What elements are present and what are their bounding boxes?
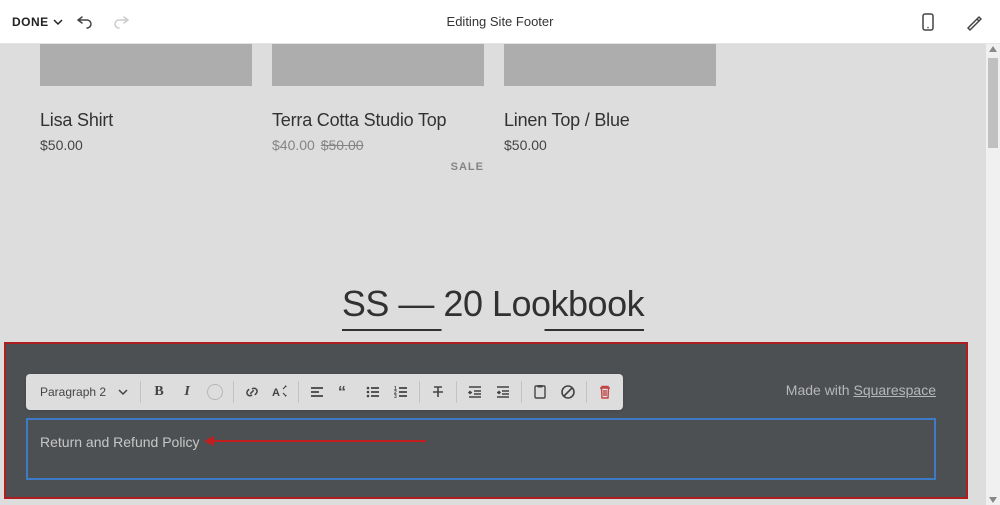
text-toolbar: Paragraph 2 B I A “: [26, 374, 623, 410]
strikethrough-icon: [430, 384, 446, 400]
footer-text-block[interactable]: Return and Refund Policy: [26, 418, 936, 480]
product-grid: Lisa Shirt $50.00 Terra Cotta Studio Top…: [0, 44, 986, 173]
done-label: DONE: [12, 15, 49, 29]
separator: [233, 381, 234, 403]
bold-button[interactable]: B: [145, 378, 173, 406]
style-button[interactable]: [960, 8, 988, 36]
separator: [298, 381, 299, 403]
color-circle-icon: [207, 384, 223, 400]
bullet-list-icon: [365, 384, 381, 400]
separator: [521, 381, 522, 403]
phone-icon: [921, 13, 935, 31]
product-price: $40.00 $50.00: [272, 137, 484, 153]
editor-topbar: DONE Editing Site Footer: [0, 0, 1000, 44]
topbar-title: Editing Site Footer: [447, 14, 554, 29]
clipboard-icon: [532, 384, 548, 400]
svg-text:3: 3: [394, 394, 397, 400]
svg-text:“: “: [338, 384, 346, 400]
scroll-thumb[interactable]: [988, 58, 998, 148]
align-button[interactable]: [303, 378, 331, 406]
separator: [419, 381, 420, 403]
bullet-list-button[interactable]: [359, 378, 387, 406]
format-label: Paragraph 2: [40, 385, 106, 399]
chevron-down-icon: [118, 387, 128, 397]
made-with-prefix: Made with: [786, 382, 854, 398]
chevron-down-icon: [53, 17, 63, 27]
footer-text-content: Return and Refund Policy: [40, 434, 200, 450]
separator: [456, 381, 457, 403]
paintbrush-icon: [965, 13, 983, 31]
text-size-icon: A: [272, 384, 288, 400]
product-card[interactable]: Terra Cotta Studio Top $40.00 $50.00 SAL…: [272, 44, 484, 173]
undo-button[interactable]: [71, 8, 99, 36]
redo-button: [107, 8, 135, 36]
lookbook-section: SS — 20 Lookbook EDIT PAGE: [0, 283, 986, 331]
made-with-credit: Made with Squarespace: [786, 382, 936, 398]
indent-icon: [495, 384, 511, 400]
outdent-button[interactable]: [461, 378, 489, 406]
align-left-icon: [309, 384, 325, 400]
footer-editing-area: Paragraph 2 B I A “: [6, 344, 966, 497]
redo-icon: [113, 14, 129, 30]
vertical-scrollbar[interactable]: [986, 44, 1000, 505]
outdent-icon: [467, 384, 483, 400]
product-price: $50.00: [504, 137, 716, 153]
italic-button[interactable]: I: [173, 378, 201, 406]
trash-icon: [597, 384, 613, 400]
annotation-arrow: [206, 440, 426, 442]
original-price: $50.00: [321, 137, 364, 153]
link-icon: [244, 384, 260, 400]
numbered-list-button[interactable]: 123: [387, 378, 415, 406]
clear-icon: [560, 384, 576, 400]
product-image: [272, 44, 484, 86]
squarespace-link[interactable]: Squarespace: [853, 382, 936, 398]
paste-button[interactable]: [526, 378, 554, 406]
product-card[interactable]: Lisa Shirt $50.00: [40, 44, 252, 173]
svg-text:A: A: [272, 387, 280, 399]
separator: [140, 381, 141, 403]
mobile-preview-button[interactable]: [914, 8, 942, 36]
done-button[interactable]: DONE: [12, 15, 63, 29]
product-price: $50.00: [40, 137, 252, 153]
product-title: Linen Top / Blue: [504, 110, 716, 131]
strikethrough-button[interactable]: [424, 378, 452, 406]
indent-button[interactable]: [489, 378, 517, 406]
product-image: [504, 44, 716, 86]
link-button[interactable]: [238, 378, 266, 406]
product-image: [40, 44, 252, 86]
text-color-button[interactable]: [201, 378, 229, 406]
format-dropdown[interactable]: Paragraph 2: [30, 385, 136, 399]
product-card[interactable]: Linen Top / Blue $50.00: [504, 44, 716, 173]
clear-format-button[interactable]: [554, 378, 582, 406]
product-title: Terra Cotta Studio Top: [272, 110, 484, 131]
text-size-button[interactable]: A: [266, 378, 294, 406]
quote-button[interactable]: “: [331, 378, 359, 406]
undo-icon: [77, 14, 93, 30]
sale-badge: SALE: [451, 161, 484, 173]
delete-button[interactable]: [591, 378, 619, 406]
lookbook-title[interactable]: SS — 20 Lookbook: [342, 283, 644, 331]
editor-canvas: Lisa Shirt $50.00 Terra Cotta Studio Top…: [0, 44, 1000, 505]
product-title: Lisa Shirt: [40, 110, 252, 131]
quote-icon: “: [337, 384, 353, 400]
separator: [586, 381, 587, 403]
numbered-list-icon: 123: [393, 384, 409, 400]
sale-price: $40.00: [272, 137, 315, 153]
